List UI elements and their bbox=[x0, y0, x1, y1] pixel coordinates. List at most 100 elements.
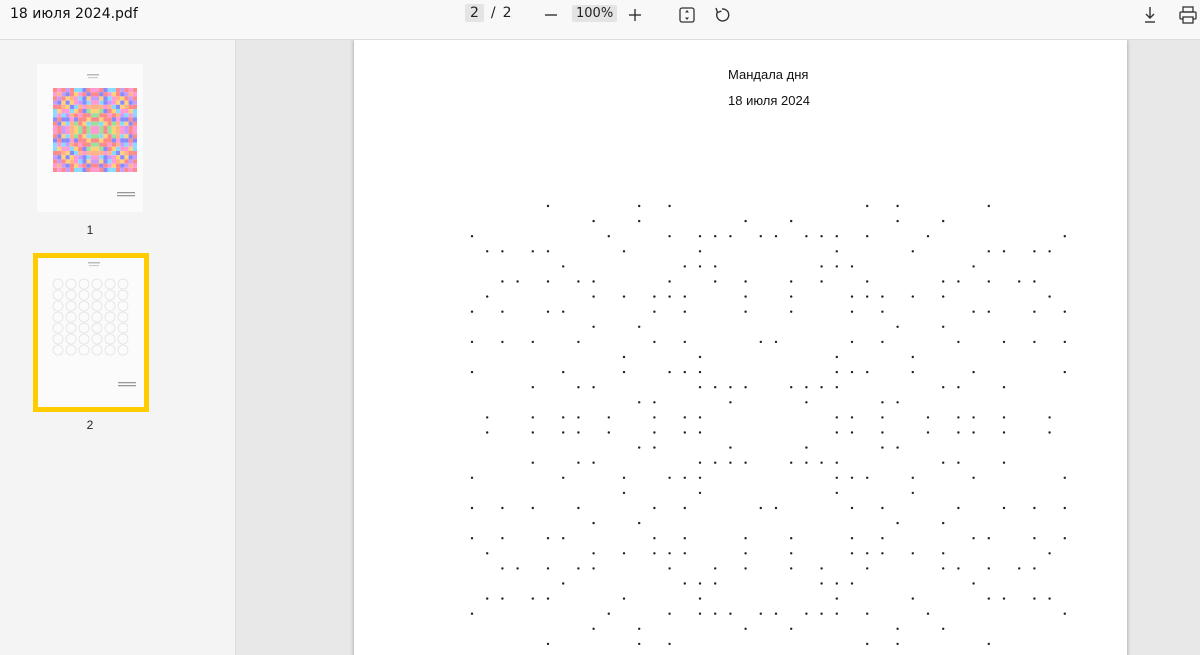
mandala-cell bbox=[69, 159, 74, 164]
mandala-cell bbox=[69, 142, 74, 147]
mandala-cell bbox=[61, 146, 66, 151]
mandala-cell bbox=[120, 142, 125, 147]
thumbnail-label-1: 1 bbox=[86, 223, 94, 237]
pattern-dot bbox=[698, 431, 702, 434]
mandala-cell bbox=[124, 146, 129, 151]
mandala-cell bbox=[124, 96, 129, 101]
mandala-cell bbox=[103, 155, 108, 160]
pattern-dot bbox=[835, 461, 838, 464]
mandala-cell bbox=[53, 92, 58, 97]
plus-icon bbox=[629, 9, 641, 21]
zoom-out-button[interactable] bbox=[539, 4, 563, 26]
pattern-dot bbox=[622, 250, 626, 253]
thumb-faint-ring bbox=[65, 333, 77, 345]
pattern-dot bbox=[714, 265, 717, 268]
mandala-cell bbox=[95, 113, 100, 118]
pattern-dot bbox=[1063, 506, 1066, 510]
pattern-dot bbox=[759, 235, 762, 238]
mandala-cell bbox=[107, 92, 112, 97]
pattern-dot bbox=[1048, 431, 1051, 434]
mandala-cell bbox=[116, 151, 121, 156]
mandala-cell bbox=[82, 167, 87, 172]
mandala-cell bbox=[61, 155, 66, 160]
mandala-cell bbox=[116, 167, 121, 172]
pattern-dot bbox=[987, 250, 990, 253]
mandala-cell bbox=[65, 125, 70, 130]
page-thumbnail-1[interactable] bbox=[37, 64, 143, 212]
print-button[interactable] bbox=[1176, 4, 1200, 26]
pattern-dot bbox=[501, 310, 504, 313]
pattern-dot bbox=[622, 597, 626, 600]
mandala-cell bbox=[120, 125, 125, 130]
mandala-cell bbox=[90, 163, 95, 168]
mandala-cell bbox=[124, 163, 129, 168]
pattern-dot bbox=[516, 567, 519, 570]
pattern-dot bbox=[698, 612, 702, 615]
pattern-dot bbox=[820, 235, 823, 238]
mandala-cell bbox=[120, 151, 125, 156]
thumb-faint-ring bbox=[91, 300, 103, 312]
rotate-button[interactable] bbox=[710, 4, 734, 26]
mandala-cell bbox=[128, 151, 133, 156]
pattern-dot bbox=[957, 280, 960, 283]
pattern-dot bbox=[698, 582, 702, 585]
pattern-dot bbox=[501, 597, 504, 600]
pattern-dot bbox=[987, 597, 990, 600]
pattern-dot bbox=[835, 386, 838, 389]
pattern-dot bbox=[562, 582, 565, 585]
pattern-dot bbox=[850, 265, 854, 268]
mandala-cell bbox=[103, 104, 108, 109]
mandala-cell bbox=[120, 109, 125, 114]
pattern-dot bbox=[714, 235, 717, 238]
zoom-in-button[interactable] bbox=[623, 4, 647, 26]
download-button[interactable] bbox=[1138, 4, 1162, 26]
pattern-dot bbox=[1033, 506, 1036, 510]
fit-page-button[interactable] bbox=[675, 4, 699, 26]
pattern-dot bbox=[957, 340, 960, 344]
pattern-dot bbox=[501, 340, 504, 344]
pattern-dot bbox=[698, 355, 702, 359]
mandala-cell bbox=[111, 113, 116, 118]
page-thumbnail-2[interactable] bbox=[33, 253, 149, 412]
thumb-faint-ring bbox=[104, 322, 116, 334]
mandala-cell bbox=[90, 92, 95, 97]
mandala-cell bbox=[65, 167, 70, 172]
mandala-cell bbox=[120, 104, 125, 109]
pattern-dot bbox=[714, 582, 717, 585]
pattern-dot bbox=[926, 612, 930, 615]
pattern-dot bbox=[805, 446, 808, 449]
mandala-cell bbox=[78, 109, 83, 114]
pattern-dot bbox=[683, 265, 686, 268]
pattern-dot bbox=[987, 310, 990, 313]
mandala-cell bbox=[103, 125, 108, 130]
pattern-dot bbox=[774, 506, 778, 510]
mandala-cell bbox=[78, 96, 83, 101]
thumb-faint-ring bbox=[52, 344, 64, 356]
mandala-cell bbox=[120, 113, 125, 118]
mandala-cell bbox=[120, 121, 125, 126]
pattern-dot bbox=[577, 431, 580, 434]
document-viewer[interactable]: Мандала дня 18 июля 2024 bbox=[236, 40, 1200, 655]
mandala-cell bbox=[111, 121, 116, 126]
thumb-faint-ring bbox=[78, 333, 90, 345]
pattern-dot bbox=[698, 476, 702, 479]
thumb-faint-ring bbox=[52, 289, 64, 301]
pattern-dot bbox=[911, 552, 914, 555]
mandala-cell bbox=[78, 142, 83, 147]
pattern-dot bbox=[866, 204, 869, 208]
pattern-dot bbox=[896, 627, 899, 630]
pattern-dot bbox=[790, 310, 793, 313]
mandala-cell bbox=[128, 121, 133, 126]
zoom-level[interactable]: 100% bbox=[572, 5, 618, 22]
mandala-cell bbox=[65, 159, 70, 164]
pattern-dot bbox=[638, 219, 641, 223]
current-page-input[interactable]: 2 bbox=[465, 4, 484, 22]
pattern-dot bbox=[683, 340, 686, 344]
mandala-cell bbox=[103, 88, 108, 93]
mandala-cell bbox=[90, 167, 95, 172]
pattern-dot bbox=[805, 401, 808, 404]
mandala-cell bbox=[95, 134, 100, 139]
pattern-dot bbox=[850, 582, 854, 585]
pattern-dot bbox=[501, 280, 504, 283]
mandala-cell bbox=[82, 121, 87, 126]
